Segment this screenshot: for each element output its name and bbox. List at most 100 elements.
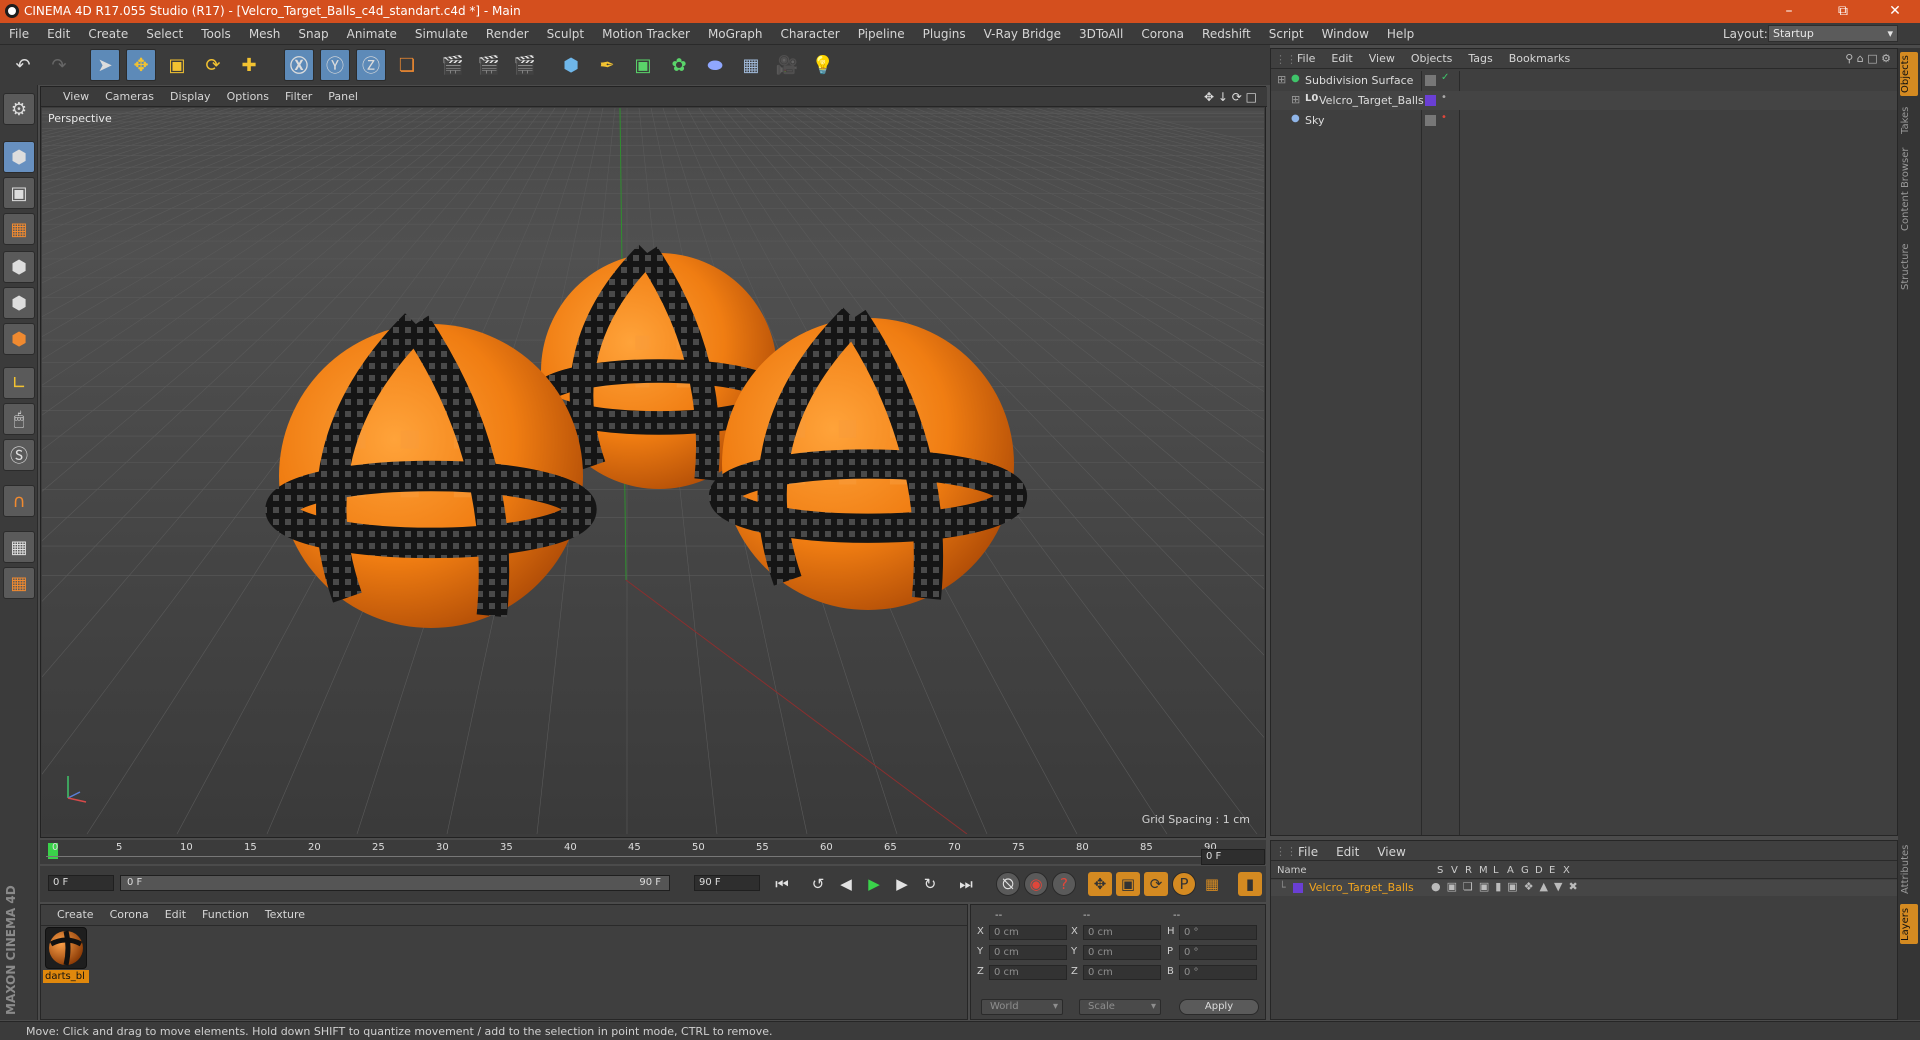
key-scale-icon[interactable]: ▣ [1116,872,1140,896]
menu-v-ray-bridge[interactable]: V-Ray Bridge [975,23,1070,45]
menu-help[interactable]: Help [1378,23,1423,45]
coord-value-field[interactable]: 0 cm [989,945,1067,960]
object-menu-bookmarks[interactable]: Bookmarks [1501,49,1578,71]
layer-column-header[interactable]: S [1437,865,1443,876]
object-name[interactable]: Subdivision Surface [1305,74,1413,87]
menu-create[interactable]: Create [79,23,137,45]
coord-mode-select[interactable]: World ▾ [981,999,1063,1015]
layer-column-header[interactable]: E [1549,865,1555,876]
tab-layers[interactable]: Layers [1900,904,1918,944]
menu-mesh[interactable]: Mesh [240,23,290,45]
render-to-picture-viewer-icon[interactable]: 🎬 [474,49,504,81]
object-name[interactable]: Sky [1305,114,1324,127]
key-rotation-icon[interactable]: ⟳ [1144,872,1168,896]
apply-button[interactable]: Apply [1179,999,1259,1015]
material-menu-corona[interactable]: Corona [102,905,157,927]
viewport-menu-panel[interactable]: Panel [320,87,366,109]
menu-redshift[interactable]: Redshift [1193,23,1260,45]
texture-mode-icon[interactable]: ▣ [3,177,35,209]
menu-tools[interactable]: Tools [192,23,240,45]
menu-character[interactable]: Character [771,23,848,45]
menu-file[interactable]: File [0,23,38,45]
axis-mode-icon[interactable]: ∟ [3,367,35,399]
viewport-nav-icons[interactable]: ✥ ↓ ⟳ □ [1204,90,1257,104]
menu-motion-tracker[interactable]: Motion Tracker [593,23,699,45]
coord-value-field[interactable]: 0 cm [989,965,1067,980]
start-frame-field[interactable]: 0 F [48,875,114,891]
y-axis-icon[interactable]: Ⓨ [320,49,350,81]
transform-tool-icon[interactable]: ✚ [234,49,264,81]
object-row[interactable]: ⊞ ● Subdivision Surface ✓ [1271,71,1897,90]
points-mode-icon[interactable]: ⬢ [3,251,35,283]
play-icon[interactable]: ▶ [862,872,886,896]
polygons-mode-icon[interactable]: ⬢ [3,323,35,355]
undo-icon[interactable]: ↶ [8,49,38,81]
menu-simulate[interactable]: Simulate [406,23,477,45]
material-menu-function[interactable]: Function [194,905,257,927]
layer-column-header[interactable]: V [1451,865,1458,876]
coord-value-field[interactable]: 0 cm [1083,965,1161,980]
object-name[interactable]: Velcro_Target_Balls [1319,94,1424,107]
coord-value-field[interactable]: 0 cm [1083,925,1161,940]
menu-window[interactable]: Window [1313,23,1378,45]
object-menu-tags[interactable]: Tags [1460,49,1500,71]
make-editable-icon[interactable]: ⚙ [3,93,35,125]
redo-icon[interactable]: ↷ [44,49,74,81]
layer-column-header[interactable]: M [1479,865,1488,876]
record-keys-icon[interactable]: ⦰ [996,872,1020,896]
object-visibility-icon[interactable] [1425,115,1436,126]
object-row[interactable]: ⊞ L0 Velcro_Target_Balls • [1271,91,1897,110]
planar-workplane-icon[interactable]: ▦ [3,567,35,599]
render-view-icon[interactable]: 🎬 [438,49,468,81]
tab-takes[interactable]: Takes [1900,102,1918,138]
current-frame-field[interactable]: 0 F [1201,849,1265,865]
coord-transform-select[interactable]: Scale ▾ [1079,999,1161,1015]
object-menu-view[interactable]: View [1361,49,1403,71]
layer-column-header[interactable]: L [1493,865,1499,876]
camera-icon[interactable]: 🎥 [772,49,802,81]
layer-column-header[interactable]: R [1465,865,1472,876]
viewport-menu-view[interactable]: View [55,87,97,109]
move-tool-icon[interactable]: ✥ [126,49,156,81]
workplane-mode-icon[interactable]: ▦ [3,213,35,245]
cube-object-icon[interactable]: ⬢ [556,49,586,81]
viewport-menu-options[interactable]: Options [219,87,277,109]
render-settings-icon[interactable]: 🎬 [510,49,540,81]
menu-corona[interactable]: Corona [1132,23,1193,45]
layer-column-header[interactable]: Name [1277,865,1307,876]
layer-name[interactable]: Velcro_Target_Balls [1309,881,1414,894]
menu-edit[interactable]: Edit [38,23,79,45]
restore-icon[interactable]: ⧉ [1820,0,1866,23]
scale-tool-icon[interactable]: ▣ [162,49,192,81]
layer-menu-file[interactable]: File [1289,841,1327,863]
viewport-canvas[interactable]: Perspective Grid Spacing : 1 cm [42,108,1264,834]
timeline-ruler[interactable]: 0 5 10 15 20 25 30 35 40 45 50 55 60 65 70 75 80 85 90 [40,840,1266,864]
goto-end-icon[interactable]: ⏭ [954,872,978,896]
menu-animate[interactable]: Animate [338,23,406,45]
menu-pipeline[interactable]: Pipeline [849,23,914,45]
menu-sculpt[interactable]: Sculpt [538,23,593,45]
material-menu-edit[interactable]: Edit [157,905,194,927]
object-search-icons[interactable]: ⚲ ⌂ □ ⚙ [1845,52,1891,65]
menu-snap[interactable]: Snap [289,23,337,45]
live-selection-icon[interactable]: ➤ [90,49,120,81]
object-row[interactable]: ● Sky • [1271,111,1897,130]
perspective-viewport[interactable]: View Cameras Display Options Filter Panel ✥ ↓… [40,86,1267,838]
material-menu-create[interactable]: Create [49,905,102,927]
layer-menu-view[interactable]: View [1368,841,1414,863]
goto-start-icon[interactable]: ⏮ [770,872,794,896]
layer-column-header[interactable]: X [1563,865,1570,876]
object-status-icon[interactable]: • [1441,112,1447,123]
coord-value-field[interactable]: 0 cm [989,925,1067,940]
previous-key-icon[interactable]: ↺ [806,872,830,896]
tab-structure[interactable]: Structure [1900,240,1918,294]
light-icon[interactable]: 💡 [808,49,838,81]
tab-attributes[interactable]: Attributes [1900,840,1918,898]
close-icon[interactable]: ✕ [1872,0,1918,23]
x-axis-icon[interactable]: Ⓧ [284,49,314,81]
deformer-icon[interactable]: ⬬ [700,49,730,81]
end-frame-field[interactable]: 90 F [694,875,760,891]
snap-icon[interactable]: Ⓢ [3,439,35,471]
object-visibility-icon[interactable] [1425,95,1436,106]
key-point-level-icon[interactable]: ▦ [1200,872,1224,896]
